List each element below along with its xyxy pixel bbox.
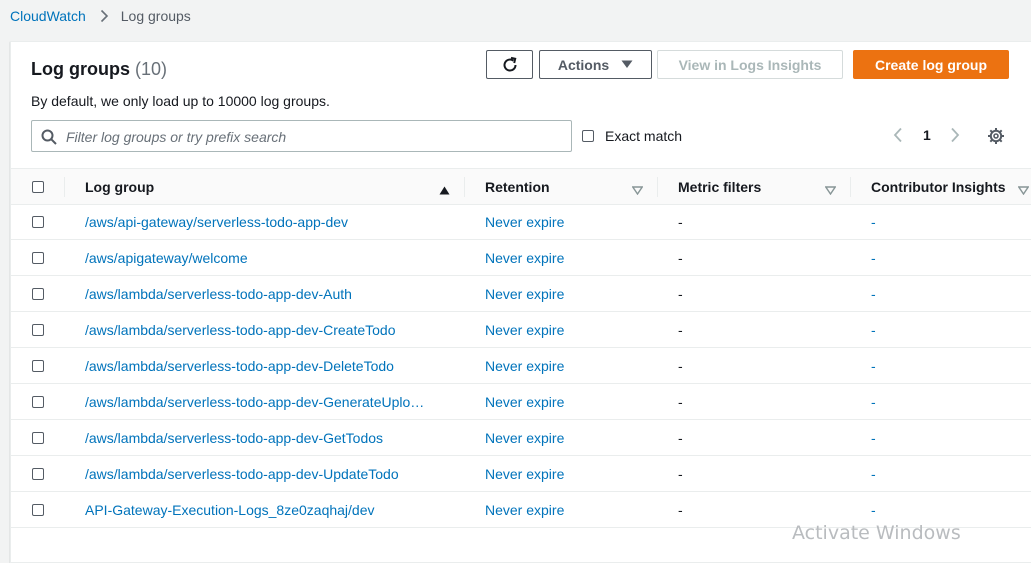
row-checkbox[interactable] bbox=[32, 287, 44, 300]
row-checkbox[interactable] bbox=[32, 251, 44, 264]
log-group-link[interactable]: /aws/lambda/serverless-todo-app-dev-Upda… bbox=[85, 456, 399, 491]
caret-down-icon bbox=[621, 60, 633, 69]
pagination: 1 bbox=[893, 127, 960, 143]
log-groups-panel: Log groups (10) By default, we only load… bbox=[10, 41, 1031, 563]
filter-log-groups-input[interactable] bbox=[64, 125, 568, 149]
select-all-cell bbox=[32, 169, 44, 204]
contributor-insights-value: - bbox=[871, 249, 876, 266]
actions-label: Actions bbox=[557, 56, 610, 73]
exact-match-toggle[interactable]: Exact match bbox=[582, 128, 682, 144]
windows-activation-watermark: Activate Windows bbox=[792, 522, 961, 544]
view-in-logs-insights-button[interactable]: View in Logs Insights bbox=[657, 50, 843, 79]
column-divider bbox=[64, 177, 65, 197]
contributor-insights-value: - bbox=[871, 321, 876, 338]
metric-filters-value: - bbox=[678, 501, 683, 518]
log-group-link[interactable]: /aws/lambda/serverless-todo-app-dev-GetT… bbox=[85, 420, 383, 455]
table-row: /aws/lambda/serverless-todo-app-dev-GetT… bbox=[11, 420, 1031, 456]
column-divider bbox=[657, 177, 658, 197]
previous-page-icon[interactable] bbox=[893, 127, 903, 143]
contributor-insights-value: - bbox=[871, 357, 876, 374]
row-checkbox[interactable] bbox=[32, 467, 44, 480]
contributor-insights-value: - bbox=[871, 285, 876, 302]
contributor-insights-value: - bbox=[871, 213, 876, 230]
column-divider bbox=[850, 177, 851, 197]
retention-link[interactable]: Never expire bbox=[485, 276, 564, 311]
chevron-right-icon bbox=[100, 9, 109, 23]
contributor-insights-value: - bbox=[871, 393, 876, 410]
retention-link[interactable]: Never expire bbox=[485, 420, 564, 455]
table-header: Log group Retention Metric filters Contr… bbox=[11, 168, 1031, 205]
row-checkbox[interactable] bbox=[32, 359, 44, 372]
row-checkbox[interactable] bbox=[32, 323, 44, 336]
retention-link[interactable]: Never expire bbox=[485, 312, 564, 347]
filter-search-box bbox=[31, 120, 572, 152]
table-row: /aws/lambda/serverless-todo-app-dev-Dele… bbox=[11, 348, 1031, 384]
breadcrumb-current: Log groups bbox=[120, 8, 191, 24]
table-row: /aws/lambda/serverless-todo-app-dev-Auth… bbox=[11, 276, 1031, 312]
log-group-count: (10) bbox=[135, 59, 168, 79]
metric-filters-value: - bbox=[678, 357, 683, 374]
column-header-retention[interactable]: Retention bbox=[485, 169, 550, 204]
row-checkbox[interactable] bbox=[32, 215, 44, 228]
log-group-link[interactable]: /aws/lambda/serverless-todo-app-dev-Gene… bbox=[85, 384, 424, 419]
column-header-metric-filters[interactable]: Metric filters bbox=[678, 169, 761, 204]
page-title: Log groups (10) bbox=[31, 59, 167, 80]
column-divider bbox=[464, 177, 465, 197]
gear-icon[interactable] bbox=[987, 127, 1005, 148]
next-page-icon[interactable] bbox=[950, 127, 960, 143]
sort-caret-down-icon[interactable] bbox=[631, 182, 644, 198]
sort-ascending-icon[interactable] bbox=[439, 182, 450, 198]
metric-filters-value: - bbox=[678, 321, 683, 338]
current-page-number[interactable]: 1 bbox=[923, 127, 931, 143]
sort-caret-down-icon[interactable] bbox=[824, 182, 837, 198]
table-row: /aws/api-gateway/serverless-todo-app-dev… bbox=[11, 204, 1031, 240]
sort-caret-down-icon[interactable] bbox=[1017, 182, 1030, 198]
table-row: /aws/apigateway/welcome Never expire - - bbox=[11, 240, 1031, 276]
column-header-log-group[interactable]: Log group bbox=[85, 169, 154, 204]
contributor-insights-value: - bbox=[871, 465, 876, 482]
retention-link[interactable]: Never expire bbox=[485, 348, 564, 383]
retention-link[interactable]: Never expire bbox=[485, 456, 564, 491]
breadcrumb: CloudWatch Log groups bbox=[10, 8, 191, 24]
log-group-link[interactable]: /aws/lambda/serverless-todo-app-dev-Dele… bbox=[85, 348, 394, 383]
search-icon bbox=[41, 129, 57, 148]
row-checkbox[interactable] bbox=[32, 431, 44, 444]
page-title-text: Log groups bbox=[31, 59, 130, 79]
metric-filters-value: - bbox=[678, 465, 683, 482]
metric-filters-value: - bbox=[678, 429, 683, 446]
actions-dropdown-button[interactable]: Actions bbox=[539, 50, 652, 79]
contributor-insights-value: - bbox=[871, 429, 876, 446]
metric-filters-value: - bbox=[678, 285, 683, 302]
breadcrumb-cloudwatch-link[interactable]: CloudWatch bbox=[10, 8, 86, 24]
column-header-contributor-insights[interactable]: Contributor Insights bbox=[871, 169, 1006, 204]
metric-filters-value: - bbox=[678, 213, 683, 230]
refresh-button[interactable] bbox=[486, 50, 533, 79]
row-checkbox[interactable] bbox=[32, 395, 44, 408]
log-group-link[interactable]: /aws/apigateway/welcome bbox=[85, 240, 248, 275]
retention-link[interactable]: Never expire bbox=[485, 384, 564, 419]
refresh-icon bbox=[501, 56, 519, 74]
create-log-group-button[interactable]: Create log group bbox=[853, 50, 1009, 79]
retention-link[interactable]: Never expire bbox=[485, 204, 564, 239]
table-row: /aws/lambda/serverless-todo-app-dev-Crea… bbox=[11, 312, 1031, 348]
table-row: /aws/lambda/serverless-todo-app-dev-Upda… bbox=[11, 456, 1031, 492]
exact-match-checkbox[interactable] bbox=[582, 130, 594, 142]
select-all-checkbox[interactable] bbox=[32, 180, 44, 193]
log-group-link[interactable]: API-Gateway-Execution-Logs_8ze0zaqhaj/de… bbox=[85, 492, 375, 527]
page-description: By default, we only load up to 10000 log… bbox=[31, 93, 330, 109]
log-group-link[interactable]: /aws/lambda/serverless-todo-app-dev-Crea… bbox=[85, 312, 395, 347]
metric-filters-value: - bbox=[678, 393, 683, 410]
log-group-link[interactable]: /aws/lambda/serverless-todo-app-dev-Auth bbox=[85, 276, 352, 311]
log-group-link[interactable]: /aws/api-gateway/serverless-todo-app-dev bbox=[85, 204, 348, 239]
retention-link[interactable]: Never expire bbox=[485, 240, 564, 275]
row-checkbox[interactable] bbox=[32, 503, 44, 516]
retention-link[interactable]: Never expire bbox=[485, 492, 564, 527]
exact-match-label: Exact match bbox=[605, 128, 683, 144]
metric-filters-value: - bbox=[678, 249, 683, 266]
table-row: /aws/lambda/serverless-todo-app-dev-Gene… bbox=[11, 384, 1031, 420]
